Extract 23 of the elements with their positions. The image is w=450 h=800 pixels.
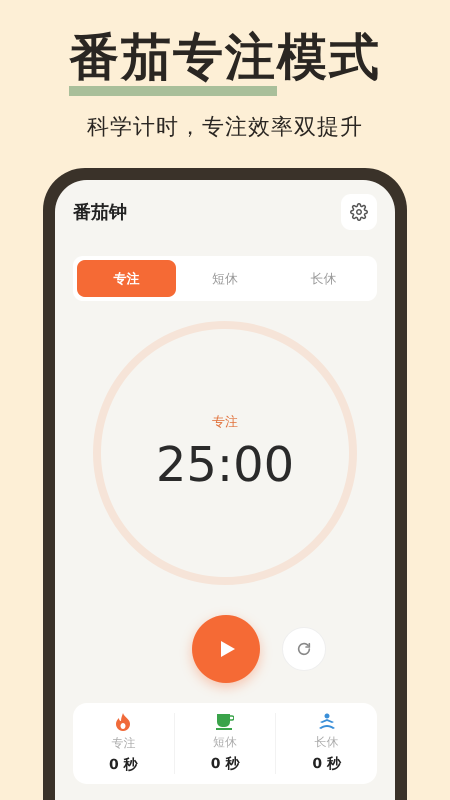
stat-value: 0 秒 (312, 755, 341, 773)
stat-label: 专注 (111, 735, 136, 752)
mode-tab[interactable]: 长休 (274, 260, 374, 297)
meditation-icon (318, 713, 336, 730)
headline: 番茄专注模式 (69, 27, 381, 86)
subtitle: 科学计时，专注效率双提升 (87, 114, 363, 142)
reset-button[interactable] (282, 627, 326, 671)
stat-value: 0 秒 (109, 756, 138, 774)
reset-icon (296, 641, 312, 657)
settings-icon (350, 203, 368, 221)
mode-tab[interactable]: 短休 (176, 260, 274, 297)
timer-time: 25:00 (156, 437, 294, 493)
mode-tab[interactable]: 专注 (77, 260, 176, 297)
play-button[interactable] (192, 615, 260, 683)
cup-icon (216, 713, 234, 730)
app-title: 番茄钟 (73, 201, 127, 224)
settings-button[interactable] (341, 194, 377, 230)
play-icon (220, 640, 236, 658)
stat-label: 短休 (213, 734, 237, 751)
flame-icon (115, 713, 132, 731)
stat-label: 长休 (314, 734, 339, 751)
timer-mode: 专注 (212, 414, 238, 431)
stat-value: 0 秒 (210, 755, 240, 773)
